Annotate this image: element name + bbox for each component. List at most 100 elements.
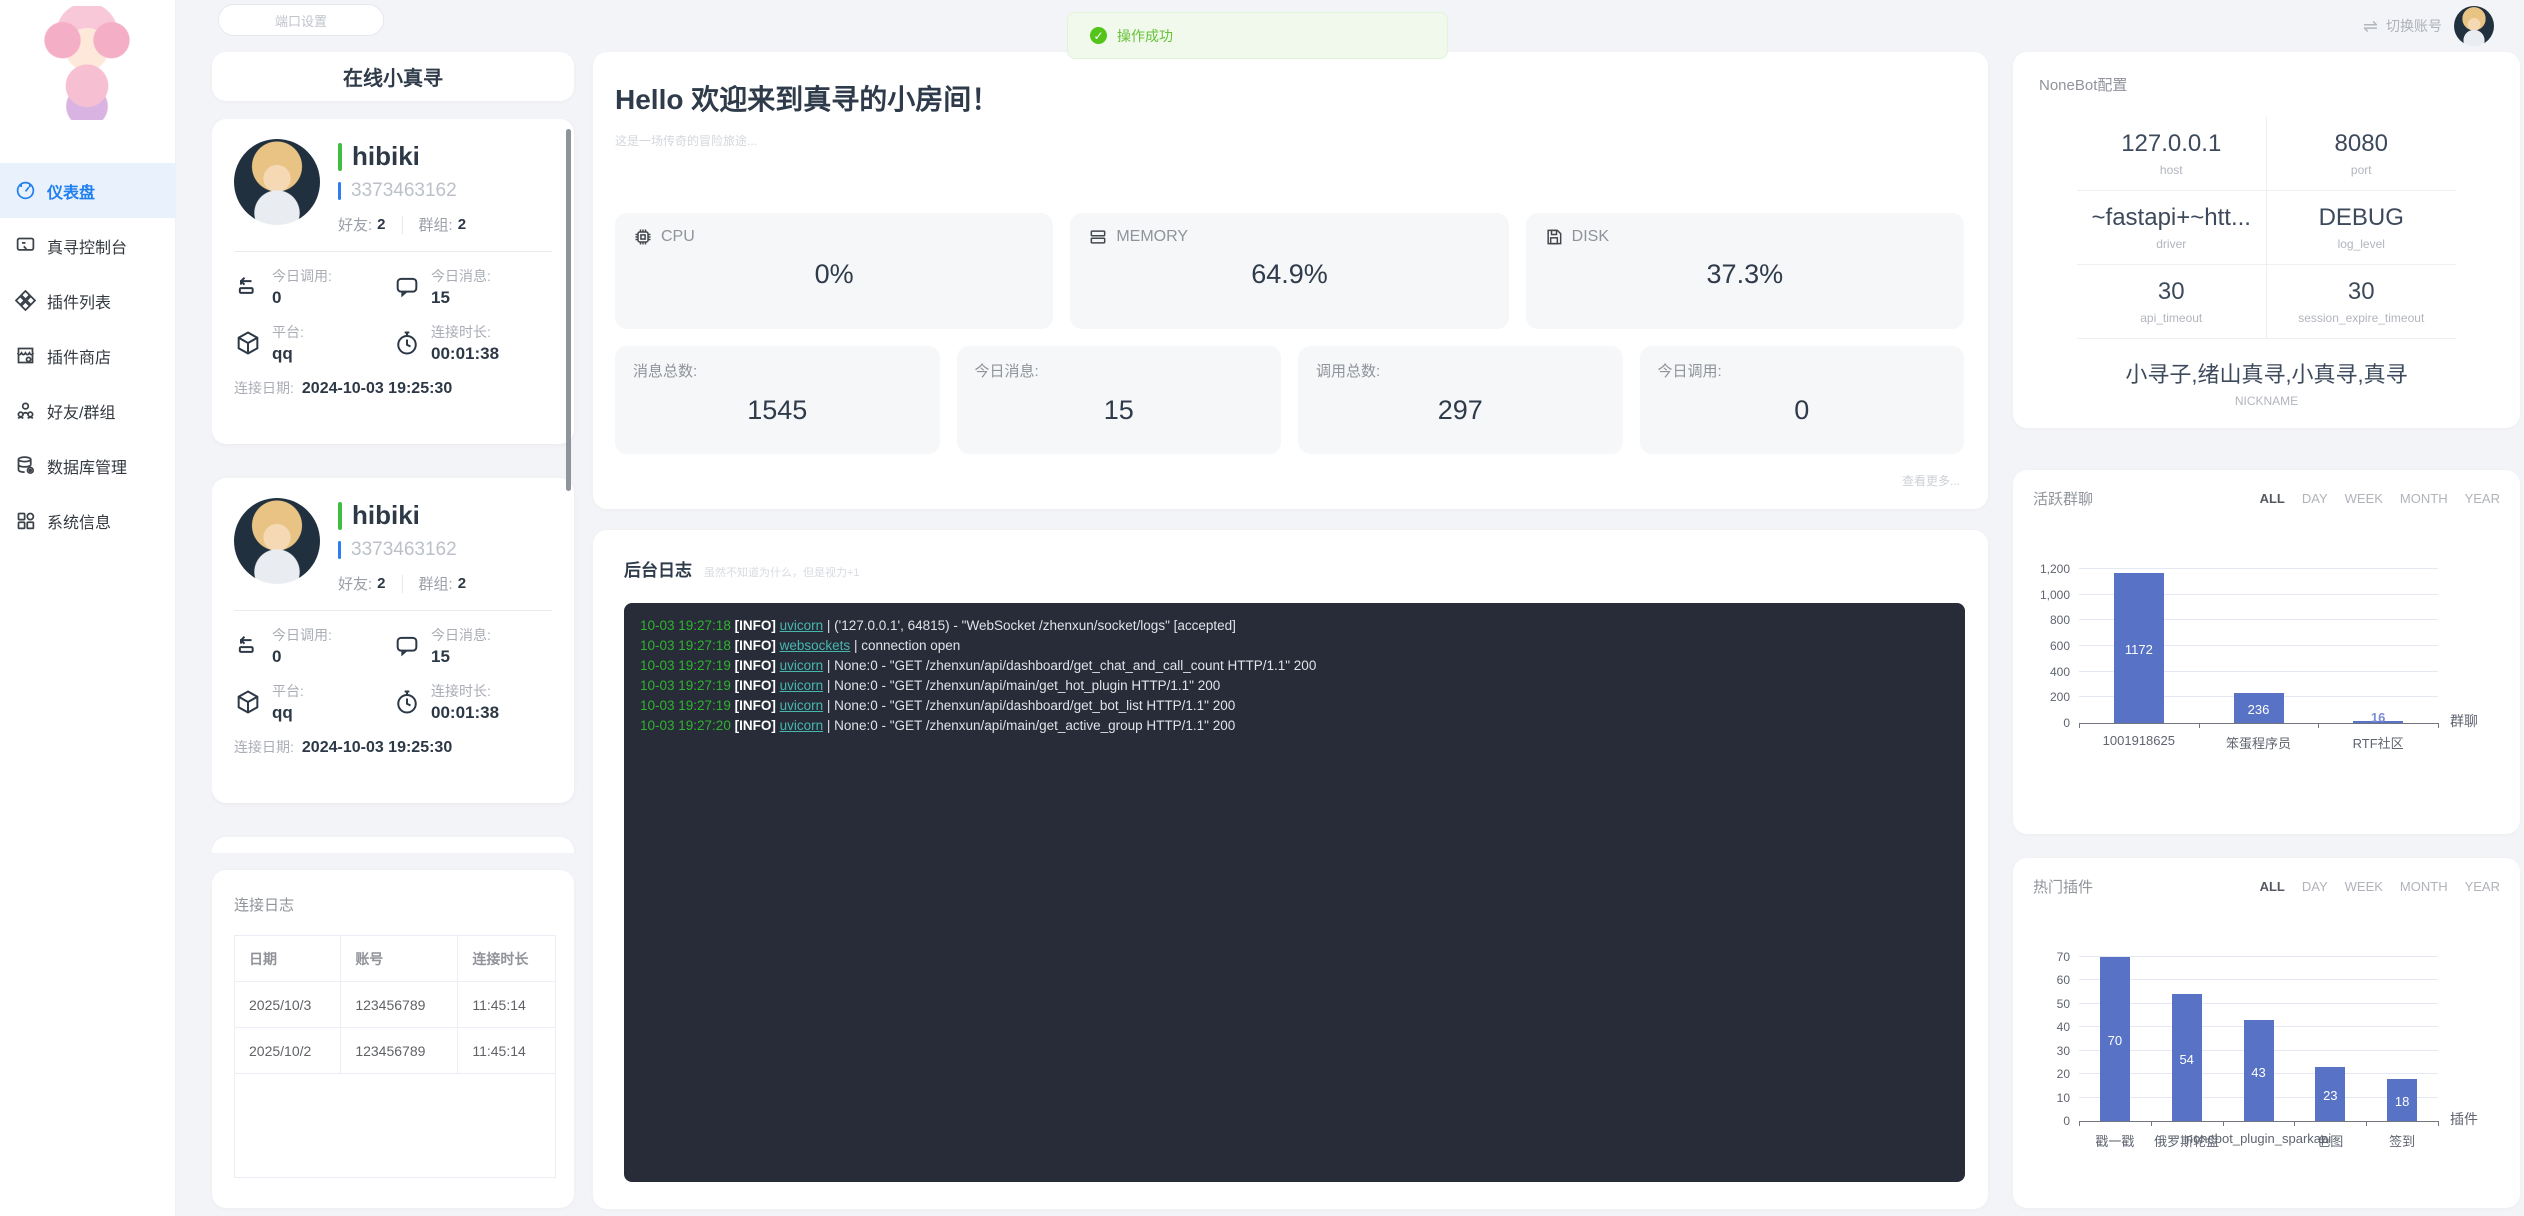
sidebar-item-database[interactable]: 数据库管理 <box>0 438 176 493</box>
x-axis-tick <box>2199 723 2200 728</box>
sidebar-item-plugin-store[interactable]: 插件商店 <box>0 328 176 383</box>
cell-account: 123456789 <box>341 1028 458 1074</box>
y-axis-tick: 10 <box>2057 1091 2070 1105</box>
tab-week[interactable]: WEEK <box>2345 491 2383 506</box>
bot-card: hibiki 3373463162 好友: 2 群组: 2 今日调用:0 <box>212 837 574 853</box>
log-line: 10-03 19:27:18 [INFO] uvicorn | ('127.0.… <box>640 616 1949 636</box>
tab-day[interactable]: DAY <box>2302 879 2328 894</box>
see-more-link[interactable]: 查看更多... <box>615 472 1964 489</box>
config-port: 8080 port <box>2267 117 2457 191</box>
hot-plugins-chart-panel: 热门插件 ALL DAY WEEK MONTH YEAR 01020304050… <box>2013 858 2520 1208</box>
config-nickname: 小寻子,绪山真寻,小真寻,真寻 NICKNAME <box>2077 339 2456 425</box>
config-label: driver <box>2156 237 2186 251</box>
config-api-timeout: 30 api_timeout <box>2077 265 2267 339</box>
bar-value-label: 54 <box>2179 1052 2193 1067</box>
y-axis-tick: 20 <box>2057 1067 2070 1081</box>
sidebar-item-system-info[interactable]: 系统信息 <box>0 493 176 548</box>
tab-all[interactable]: ALL <box>2260 879 2285 894</box>
swap-arrows-icon: ⇌ <box>2363 16 2378 37</box>
sidebar-item-label: 插件列表 <box>47 289 111 313</box>
x-axis-label: RTF社区 <box>2353 733 2404 752</box>
config-value: 30 <box>2348 278 2375 306</box>
tab-month[interactable]: MONTH <box>2400 879 2448 894</box>
column-header-account: 账号 <box>341 936 458 982</box>
counter-value: 15 <box>975 395 1264 426</box>
x-axis-tick <box>2079 1121 2080 1126</box>
switch-account-label: 切换账号 <box>2386 16 2442 36</box>
column-header-date: 日期 <box>235 936 341 982</box>
cpu-tile: CPU 0% <box>615 213 1053 329</box>
platform-value: qq <box>272 703 304 723</box>
tab-day[interactable]: DAY <box>2302 491 2328 506</box>
tab-year[interactable]: YEAR <box>2465 879 2500 894</box>
bar-value-label: 1172 <box>2125 642 2153 657</box>
bar-value-label: 236 <box>2248 702 2270 717</box>
config-value: 30 <box>2158 278 2185 306</box>
cell-duration: 11:45:14 <box>458 1028 556 1074</box>
sidebar-item-plugin-list[interactable]: 插件列表 <box>0 273 176 328</box>
disk-label: DISK <box>1572 228 1609 246</box>
total-messages-tile: 消息总数: 1545 <box>615 346 940 454</box>
cell-date: 2025/10/3 <box>235 982 341 1028</box>
counter-value: 297 <box>1316 395 1605 426</box>
memory-value: 64.9% <box>1088 259 1490 290</box>
cpu-value: 0% <box>633 259 1035 290</box>
y-axis-tick: 1,000 <box>2040 588 2070 602</box>
divider <box>234 610 552 611</box>
active-groups-chart-panel: 活跃群聊 ALL DAY WEEK MONTH YEAR 02004006008… <box>2013 470 2520 834</box>
bar-value-label: 16 <box>2371 710 2385 725</box>
counter-label: 消息总数: <box>633 360 922 381</box>
online-bots-title: 在线小真寻 <box>212 52 574 101</box>
memory-label: MEMORY <box>1116 228 1188 246</box>
blue-accent-bar <box>338 182 341 200</box>
log-line: 10-03 19:27:18 [INFO] websockets | conne… <box>640 636 1949 656</box>
green-accent-bar <box>338 502 342 530</box>
bar-value-label: 23 <box>2323 1088 2337 1103</box>
x-axis-tick <box>2318 723 2319 728</box>
uptime-value: 00:01:38 <box>431 703 499 723</box>
memory-icon <box>1088 227 1108 247</box>
port-settings-button[interactable]: 端口设置 <box>218 4 384 36</box>
messages-value: 15 <box>431 647 491 667</box>
x-axis-line <box>2079 1121 2438 1122</box>
x-axis-label: 色图 <box>2317 1131 2343 1150</box>
sidebar-item-label: 数据库管理 <box>47 454 127 478</box>
platform-value: qq <box>272 344 304 364</box>
x-axis-tick <box>2438 723 2439 728</box>
friends-count: 2 <box>377 216 385 233</box>
switch-account-button[interactable]: ⇌ 切换账号 <box>2363 6 2494 46</box>
y-axis-tick: 70 <box>2057 950 2070 964</box>
return-arrow-icon <box>234 273 262 301</box>
bot-name: hibiki <box>352 500 420 531</box>
messages-label: 今日消息: <box>431 627 491 643</box>
toast-message: 操作成功 <box>1117 26 1173 46</box>
friends-label: 好友: <box>338 214 372 235</box>
bot-list-scrollbar[interactable] <box>566 129 571 491</box>
sidebar-item-label: 好友/群组 <box>47 399 115 423</box>
connected-date-label: 连接日期: <box>234 739 294 755</box>
nonebot-config-panel: NoneBot配置 127.0.0.1 host 8080 port ~fast… <box>2013 52 2520 428</box>
connected-date-value: 2024-10-03 19:25:30 <box>302 739 452 756</box>
sidebar-item-console[interactable]: 真寻控制台 <box>0 218 176 273</box>
x-axis-label: 笨蛋程序员 <box>2226 733 2291 752</box>
connected-date-label: 连接日期: <box>234 380 294 396</box>
database-icon <box>15 455 36 476</box>
tab-year[interactable]: YEAR <box>2465 491 2500 506</box>
uptime-label: 连接时长: <box>431 324 491 340</box>
x-axis-tick <box>2366 1121 2367 1126</box>
y-axis-tick: 40 <box>2057 1020 2070 1034</box>
bar-chart: 02004006008001,0001,20011721001918625236… <box>2079 569 2438 723</box>
y-axis-tick: 50 <box>2057 997 2070 1011</box>
config-log-level: DEBUG log_level <box>2267 191 2457 265</box>
log-console[interactable]: 10-03 19:27:18 [INFO] uvicorn | ('127.0.… <box>624 603 1965 1182</box>
tab-all[interactable]: ALL <box>2260 491 2285 506</box>
tab-month[interactable]: MONTH <box>2400 491 2448 506</box>
sidebar-item-friends-groups[interactable]: 好友/群组 <box>0 383 176 438</box>
tab-week[interactable]: WEEK <box>2345 879 2383 894</box>
user-avatar[interactable] <box>2454 6 2494 46</box>
connection-log-table: 日期 账号 连接时长 2025/10/3 123456789 11:45:14 … <box>234 935 556 1178</box>
sidebar-item-dashboard[interactable]: 仪表盘 <box>0 163 176 218</box>
chat-bubble-icon <box>393 632 421 660</box>
y-axis-tick: 200 <box>2050 690 2070 704</box>
page-subtitle: 这是一场传奇的冒险旅途... <box>615 132 1964 149</box>
